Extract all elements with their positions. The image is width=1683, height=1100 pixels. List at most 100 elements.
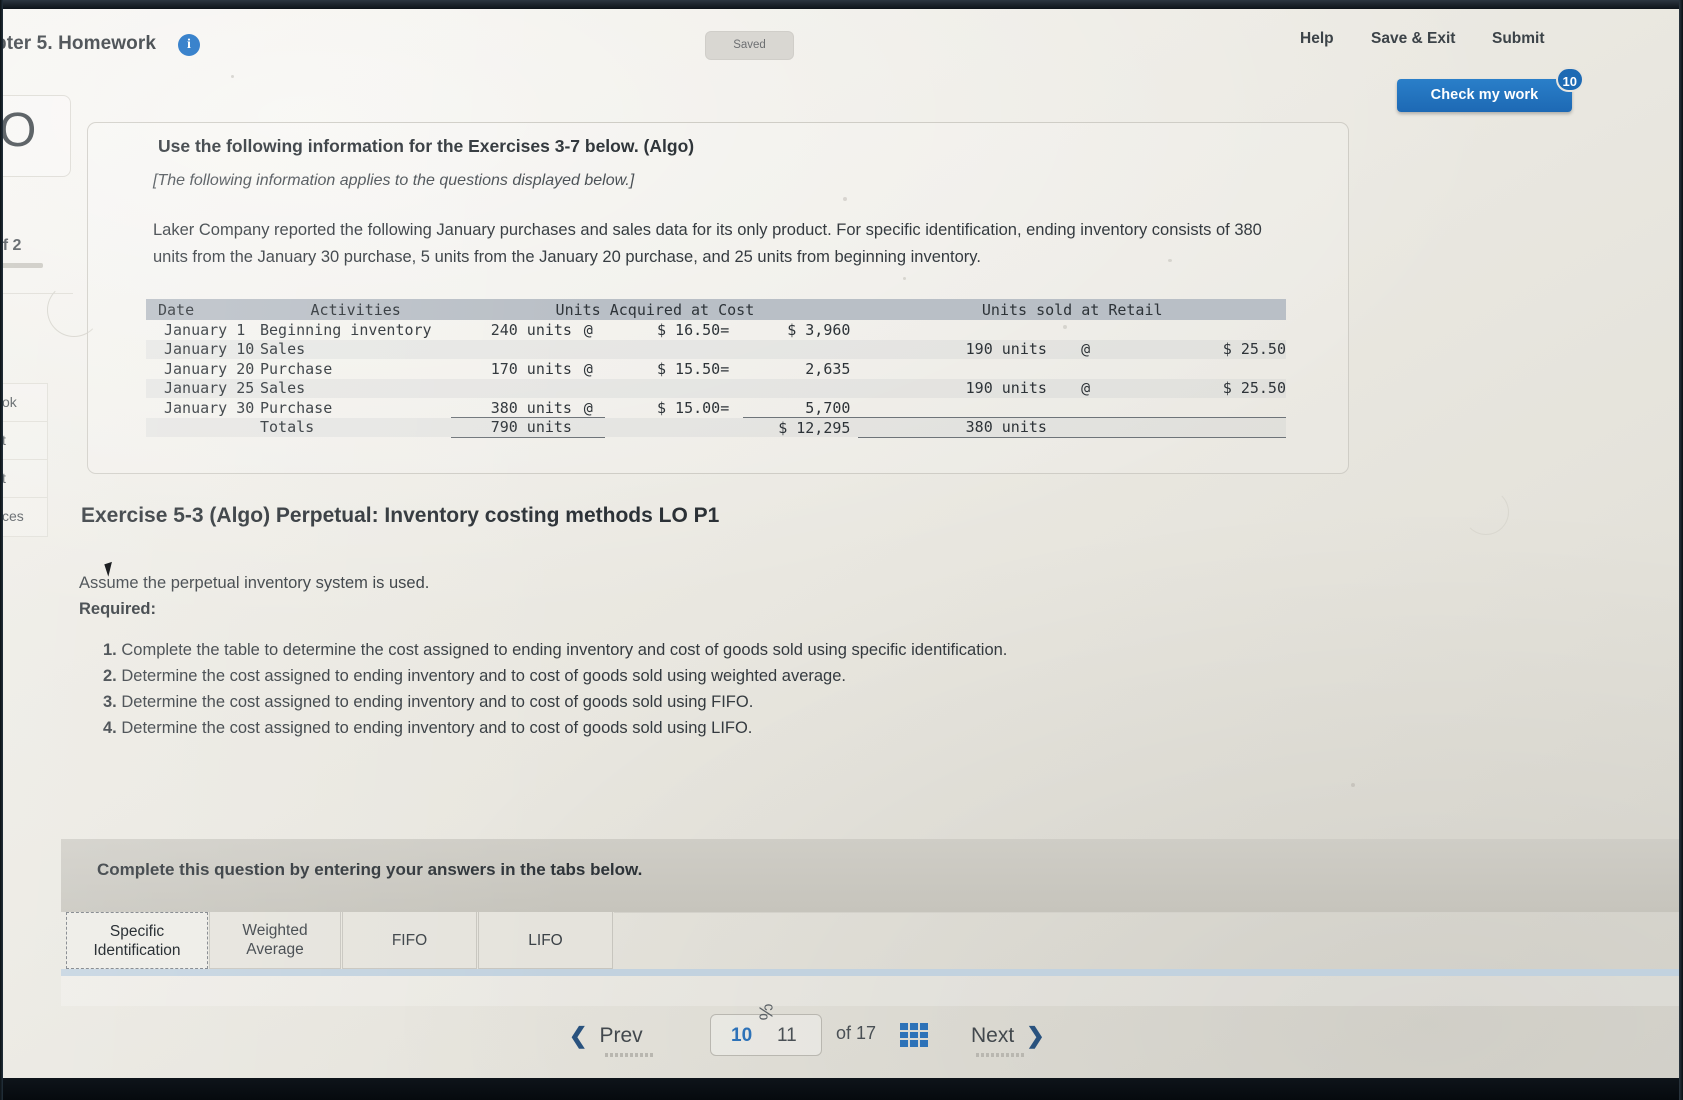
requirement-text: Determine the cost assigned to ending in… <box>121 719 753 737</box>
monitor-bezel-top <box>0 0 1683 9</box>
sidebar-letter-glyph: O <box>3 104 37 157</box>
tab-fifo[interactable]: FIFO <box>342 912 477 969</box>
shared-information-card: Use the following information for the Ex… <box>87 122 1349 474</box>
table-row: January 25 Sales 190 units @ $ 25.50 <box>146 378 1286 399</box>
requirement-number: 3. <box>103 693 117 711</box>
cell-sold-at <box>1047 320 1124 340</box>
cell-acq-units <box>451 379 572 399</box>
tab-label-line2: Identification <box>93 941 181 959</box>
monitor-bezel-left <box>0 0 3 1100</box>
cell-sold-at <box>1046 398 1125 418</box>
answer-tabstrip: Specific Identification Weighted Average… <box>61 912 1679 969</box>
arc-decoration <box>1463 489 1509 535</box>
requirement-text: Complete the table to determine the cost… <box>121 641 1008 659</box>
answer-panel-banner: Complete this question by entering your … <box>61 839 1679 912</box>
prev-underline-artifact <box>605 1053 653 1057</box>
list-item[interactable]: t <box>3 460 47 498</box>
list-item[interactable]: t <box>3 422 47 460</box>
cell-blank <box>605 418 721 438</box>
check-my-work-badge: 10 <box>1555 67 1584 92</box>
tabstrip-accent-bar <box>61 969 1679 976</box>
list-item: 2. Determine the cost assigned to ending… <box>103 663 1363 689</box>
answer-panel-body <box>61 976 1679 1006</box>
sidebar-progress-bar <box>3 263 43 268</box>
tab-weighted-average[interactable]: Weighted Average <box>209 912 341 969</box>
screen-photo: pter 5. Homework i Saved Help Save & Exi… <box>0 0 1683 1100</box>
table-row: January 10 Sales 190 units @ $ 25.50 <box>146 339 1286 360</box>
list-item: 3. Determine the cost assigned to ending… <box>103 689 1363 715</box>
cell-blank <box>146 418 260 438</box>
cell-date: January 10 <box>164 340 255 359</box>
cell-blank <box>1046 417 1125 438</box>
sidebar-menu-list[interactable]: ok t t ces <box>3 383 48 537</box>
list-item-label: ok <box>3 394 17 410</box>
tabstrip-filler <box>614 912 1679 969</box>
cell-activity: Sales <box>260 340 306 359</box>
cell-sold-units <box>858 320 1046 340</box>
save-and-exit-link[interactable]: Save & Exit <box>1371 30 1455 48</box>
grid-icon[interactable] <box>900 1023 928 1047</box>
cell-sold-at: @ <box>1081 340 1091 359</box>
requirement-text: Determine the cost assigned to ending in… <box>121 667 846 685</box>
cell-equals <box>720 379 743 399</box>
cell-total-acq-extended: $ 12,295 <box>778 418 851 437</box>
page-number-box[interactable]: ℅ 10 11 <box>710 1004 822 1056</box>
cell-equals: = <box>720 320 730 339</box>
cell-sold-price <box>1124 320 1286 340</box>
next-underline-artifact <box>976 1053 1026 1057</box>
saved-status-chip: Saved <box>705 31 794 60</box>
cell-activity: Purchase <box>260 398 333 417</box>
info-card-body: Laker Company reported the following Jan… <box>153 221 1262 266</box>
cell-acq-price: $ 15.00 <box>657 398 721 417</box>
tab-lifo[interactable]: LIFO <box>478 912 613 969</box>
cell-sold-price: $ 25.50 <box>1222 340 1286 359</box>
cell-at-symbol: @ <box>583 359 593 378</box>
column-header-date: Date <box>158 300 195 319</box>
app-top-bar: pter 5. Homework i Saved Help Save & Exi… <box>3 9 1679 77</box>
cell-date: January 25 <box>164 379 255 398</box>
help-link[interactable]: Help <box>1300 30 1334 48</box>
info-icon[interactable]: i <box>178 34 200 56</box>
next-button[interactable]: Next ❯ <box>971 1023 1045 1049</box>
tab-label-line2: Average <box>246 941 304 958</box>
cell-blank <box>720 418 743 438</box>
assume-statement: Assume the perpetual inventory system is… <box>79 574 430 592</box>
cell-sold-at: @ <box>1081 379 1091 398</box>
cell-sold-price: $ 25.50 <box>1222 379 1286 398</box>
tab-specific-identification[interactable]: Specific Identification <box>66 912 208 969</box>
cell-sold-price <box>1124 359 1286 379</box>
cell-equals <box>720 340 743 360</box>
chevron-right-icon: ❯ <box>1026 1023 1045 1048</box>
next-page-number[interactable]: 11 <box>777 1025 797 1047</box>
list-item: 4. Determine the cost assigned to ending… <box>103 715 1363 741</box>
cell-acq-units: 170 units <box>490 359 572 378</box>
cell-equals: = <box>720 359 730 378</box>
tab-label-line1: LIFO <box>528 931 563 949</box>
table-row: January 1 Beginning inventory 240 units … <box>146 320 1286 340</box>
list-item-label: ces <box>3 508 24 524</box>
table-row: January 20 Purchase 170 units @ $ 15.50 … <box>146 359 1286 379</box>
next-label: Next <box>971 1024 1015 1047</box>
link-icon: ℅ <box>754 1003 776 1021</box>
column-header-units-sold: Units sold at Retail <box>981 300 1163 319</box>
list-item[interactable]: ces <box>3 498 47 536</box>
submit-link[interactable]: Submit <box>1492 30 1545 48</box>
cell-blank <box>571 417 605 438</box>
prev-button[interactable]: ❮ Prev <box>569 1023 643 1049</box>
monitor-bezel-bottom <box>0 1078 1683 1100</box>
cell-equals: = <box>720 398 730 417</box>
current-page-number[interactable]: 10 <box>731 1025 752 1047</box>
cell-total-acq-units: 790 units <box>451 417 572 438</box>
check-my-work-button[interactable]: Check my work <box>1397 79 1572 112</box>
cell-at-symbol <box>572 379 605 399</box>
cell-date: January 30 <box>164 398 255 417</box>
list-item[interactable]: ok <box>3 384 47 422</box>
table-header-row: Date Activities Units Acquired at Cost U… <box>146 299 1286 320</box>
inventory-data-table: Date Activities Units Acquired at Cost U… <box>146 299 1286 438</box>
answer-panel-instruction: Complete this question by entering your … <box>97 860 643 879</box>
requirement-number: 2. <box>103 667 117 685</box>
cell-acq-extended <box>743 340 859 360</box>
cell-acq-units <box>451 340 572 360</box>
cell-sold-units <box>858 398 1047 418</box>
cell-activity: Purchase <box>260 359 333 378</box>
